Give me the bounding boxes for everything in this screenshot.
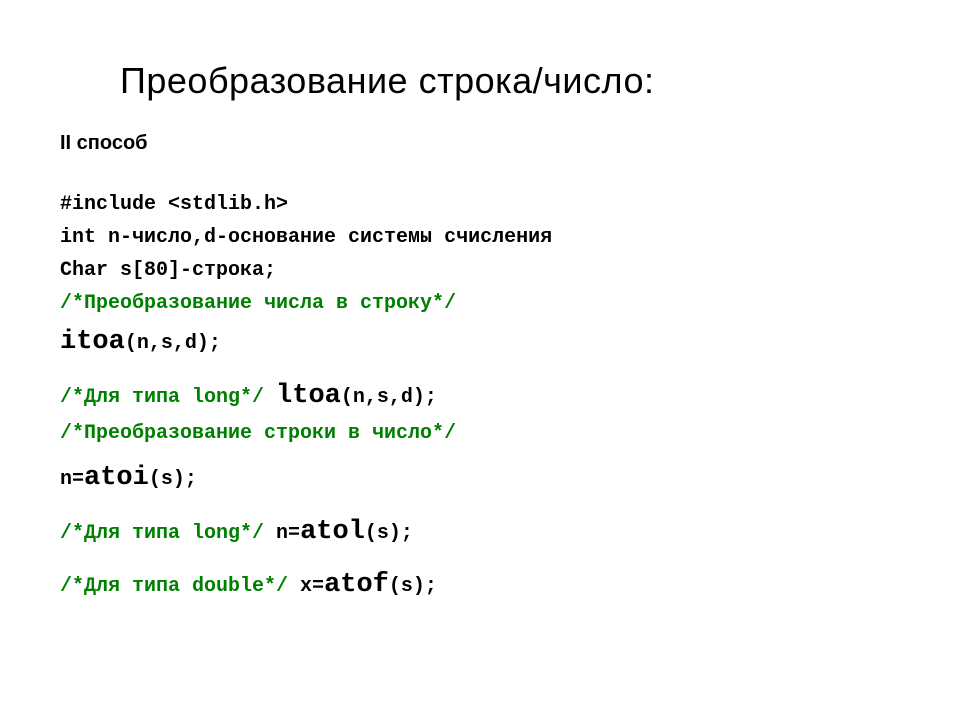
slide-title: Преобразование строка/число: <box>120 60 900 102</box>
args-atof: (s); <box>389 575 437 598</box>
comment-long1: /*Для типа long*/ <box>60 386 276 409</box>
code-atol: /*Для типа long*/ n=atol(s); <box>60 512 900 553</box>
args-atol: (s); <box>365 522 413 545</box>
code-include: #include <stdlib.h> <box>60 190 900 220</box>
fn-itoa: itoa <box>60 327 125 357</box>
code-comment2: /*Преобразование строки в число*/ <box>60 419 900 449</box>
fn-atoi: atoi <box>84 463 149 493</box>
fn-atof: atof <box>324 570 389 600</box>
prefix-atol: n= <box>276 522 300 545</box>
code-ltoa: /*Для типа long*/ ltoa(n,s,d); <box>60 376 900 417</box>
code-vars2: Char s[80]-строка; <box>60 256 900 286</box>
comment-long2: /*Для типа long*/ <box>60 522 276 545</box>
code-vars1: int n-число,d-основание системы счислени… <box>60 223 900 253</box>
fn-ltoa: ltoa <box>276 381 341 411</box>
comment-double: /*Для типа double*/ <box>60 575 300 598</box>
code-atof: /*Для типа double*/ x=atof(s); <box>60 565 900 606</box>
code-atoi: n=atoi(s); <box>60 458 900 499</box>
prefix-atof: x= <box>300 575 324 598</box>
args-ltoa: (n,s,d); <box>341 386 437 409</box>
prefix-atoi: n= <box>60 468 84 491</box>
args-atoi: (s); <box>149 468 197 491</box>
args-itoa: (n,s,d); <box>125 332 221 355</box>
code-itoa: itoa(n,s,d); <box>60 322 900 363</box>
fn-atol: atol <box>300 517 365 547</box>
code-comment1: /*Преобразование числа в строку*/ <box>60 289 900 319</box>
subtitle: II способ <box>60 132 900 155</box>
